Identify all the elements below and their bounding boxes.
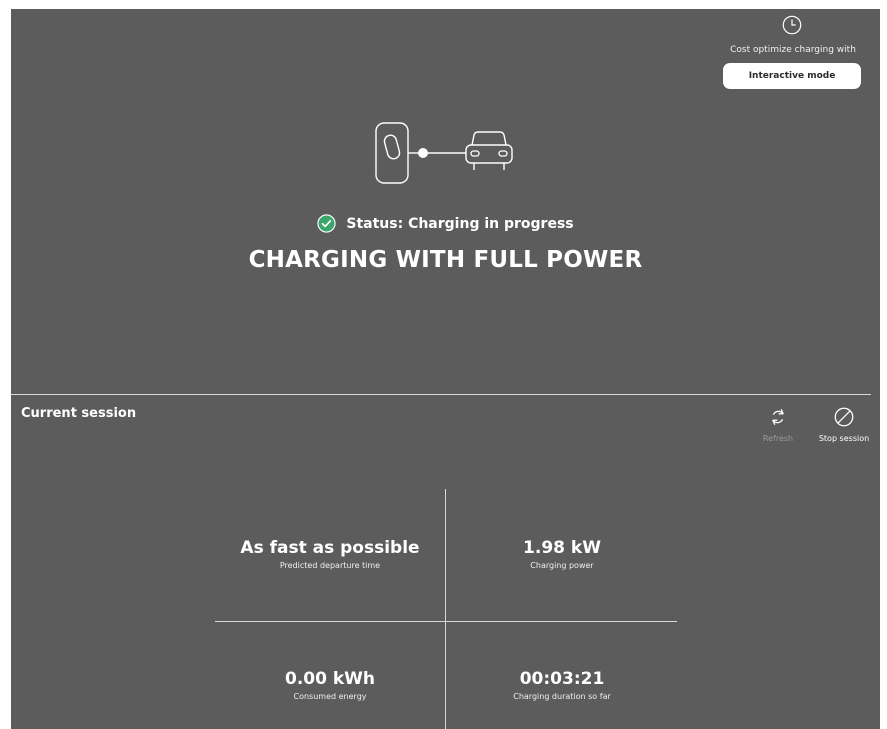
metric-duration: 00:03:21 Charging duration so far (447, 669, 677, 701)
stop-icon (834, 407, 854, 427)
section-divider (11, 394, 871, 395)
metric-caption: Consumed energy (293, 692, 367, 701)
clock-icon (782, 15, 802, 35)
session-title: Current session (21, 406, 137, 421)
refresh-label: Refresh (762, 434, 794, 443)
metrics-divider-vertical (445, 489, 446, 729)
refresh-button[interactable]: Refresh (748, 406, 808, 443)
stop-session-label: Stop session (818, 434, 870, 443)
metric-caption: Charging duration so far (513, 692, 611, 701)
metric-value: 00:03:21 (519, 669, 605, 689)
status-row: Status: Charging in progress (11, 214, 880, 233)
charger-icon (375, 122, 409, 184)
charger-graphic (375, 122, 513, 184)
metrics-divider-horizontal (215, 621, 677, 622)
metric-value: 0.00 kWh (284, 669, 376, 689)
metric-caption: Predicted departure time (279, 561, 381, 570)
metric-departure: As fast as possible Predicted departure … (215, 538, 445, 570)
charging-panel: Cost optimize charging with Interactive … (11, 9, 880, 729)
optimize-label: Cost optimize charging with (730, 45, 856, 55)
car-icon (465, 131, 513, 170)
metric-caption: Charging power (530, 561, 594, 570)
status-text: Status: Charging in progress (346, 215, 574, 232)
metric-value: As fast as possible (240, 538, 420, 558)
charging-headline: CHARGING WITH FULL POWER (248, 247, 643, 273)
check-circle-icon (317, 214, 336, 233)
stop-session-button[interactable]: Stop session (814, 406, 874, 443)
refresh-icon (772, 408, 784, 426)
metric-power: 1.98 kW Charging power (447, 538, 677, 570)
metric-energy: 0.00 kWh Consumed energy (215, 669, 445, 701)
metric-value: 1.98 kW (523, 538, 601, 558)
interactive-mode-button[interactable]: Interactive mode (723, 63, 861, 89)
